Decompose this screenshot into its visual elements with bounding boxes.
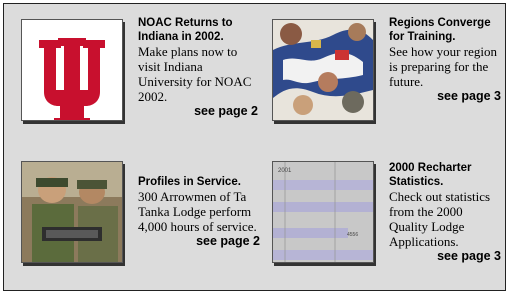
story-headline: Regions Converge for Training. xyxy=(389,17,491,43)
statistics-chart-image[interactable]: 2001 4556 xyxy=(272,161,374,263)
story-body: Check out statistics from the 2000 Quali… xyxy=(389,189,491,249)
see-page-link[interactable]: see page 2 xyxy=(138,104,258,119)
see-page-link[interactable]: see page 3 xyxy=(389,249,501,264)
see-page-link[interactable]: see page 2 xyxy=(138,234,260,249)
story-headline: 2000 Recharter Statistics. xyxy=(389,162,472,188)
story-headline: Profiles in Service. xyxy=(138,176,241,188)
see-page-link[interactable]: see page 3 xyxy=(389,89,501,104)
story-headline: NOAC Returns to Indiana in 2002. xyxy=(138,17,233,43)
chart-label: 2001 xyxy=(278,168,292,174)
story-body: Make plans now to visit Indiana Universi… xyxy=(138,44,252,104)
arrowmen-photo[interactable] xyxy=(21,161,123,263)
regions-map-image[interactable] xyxy=(272,19,374,121)
chart-label: 4556 xyxy=(347,232,358,238)
indiana-university-logo[interactable] xyxy=(21,19,123,121)
story-body: See how your region is preparing for the… xyxy=(389,44,497,89)
story-body: 300 Arrowmen of Ta Tanka Lodge perform 4… xyxy=(138,189,257,234)
teaser-panel: NOAC Returns to Indiana in 2002. Make pl… xyxy=(3,3,506,291)
